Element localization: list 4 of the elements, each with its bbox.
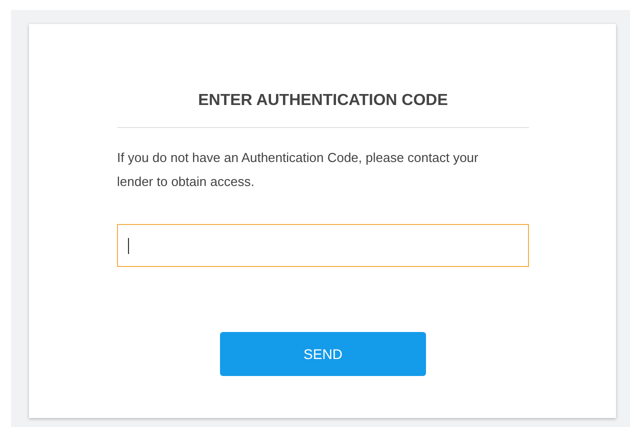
send-button[interactable]: SEND: [220, 332, 426, 376]
input-field[interactable]: [117, 224, 529, 267]
instruction-text: If you do not have an Authentication Code, please contact your lender to obtain access.: [117, 149, 480, 191]
form-title: ENTER AUTHENTICATION CODE: [197, 91, 449, 111]
